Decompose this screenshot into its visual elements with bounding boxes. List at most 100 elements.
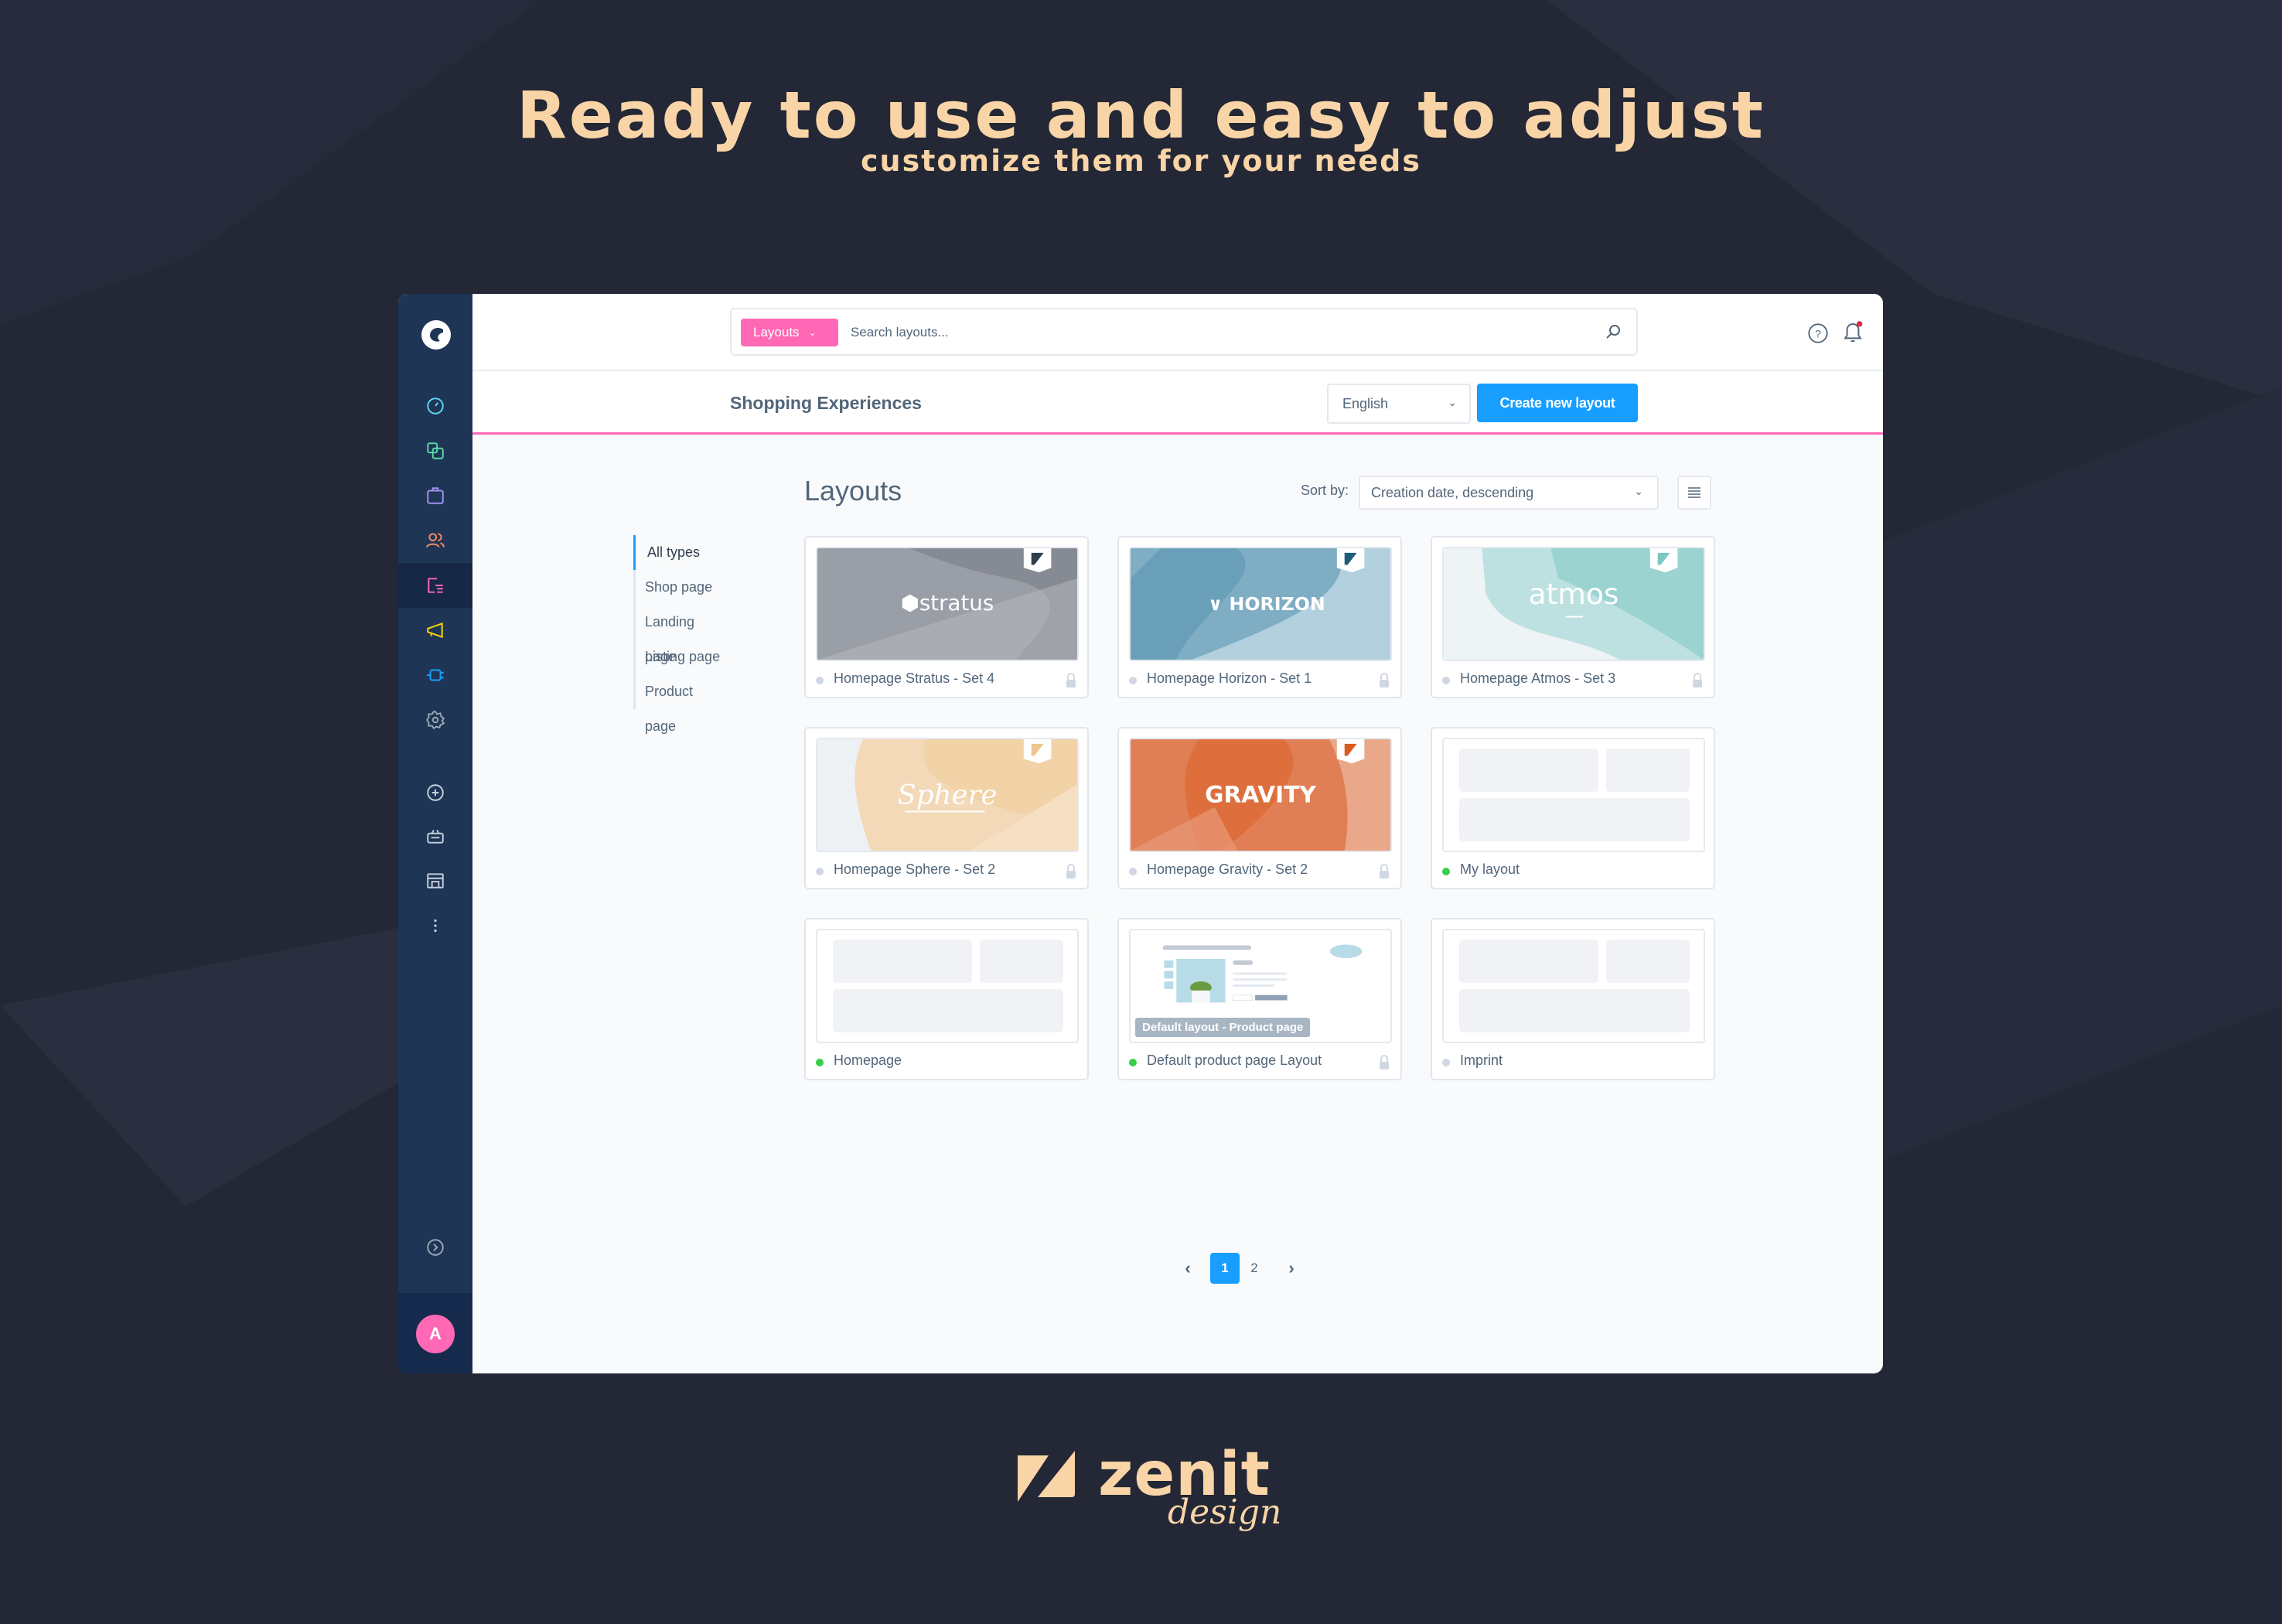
status-indicator <box>816 1059 824 1066</box>
lock-icon <box>1693 673 1702 687</box>
search-bar: Layouts ⌄ <box>730 308 1638 356</box>
layout-name: Homepage <box>834 1053 902 1068</box>
brand-sphere: Sphere <box>897 780 997 811</box>
brand-horizon: ∨ HORIZON <box>1208 593 1325 615</box>
page-2-button[interactable]: 2 <box>1240 1253 1269 1284</box>
brand-gravity: GRAVITY <box>1205 782 1316 808</box>
sidebar-item-more[interactable] <box>398 903 472 948</box>
customers-icon <box>426 533 445 548</box>
sidebar-item-catalogues[interactable] <box>398 428 472 473</box>
layout-thumbnail <box>1442 929 1705 1043</box>
sidebar-item-marketing[interactable] <box>398 608 472 653</box>
shopware-logo[interactable] <box>420 319 452 351</box>
sidebar-item-orders[interactable] <box>398 473 472 518</box>
svg-text:?: ? <box>1815 327 1821 339</box>
search-type-dropdown[interactable]: Layouts ⌄ <box>741 319 838 346</box>
layout-thumbnail: GRAVITY <box>1129 738 1392 852</box>
layout-card[interactable]: atmos Homepage Atmos - Set 3 <box>1431 536 1715 698</box>
sidebar-item-extensions[interactable] <box>398 653 472 698</box>
settings-icon <box>425 711 445 730</box>
status-indicator <box>1442 677 1450 684</box>
layout-name: Default product page Layout <box>1147 1053 1322 1068</box>
language-select[interactable]: English ⌄ <box>1327 384 1471 424</box>
orders-icon <box>427 487 444 504</box>
sidebar-item-customers[interactable] <box>398 518 472 563</box>
lock-icon <box>1380 1055 1389 1070</box>
help-icon[interactable]: ? <box>1807 322 1829 344</box>
search-type-label: Layouts <box>753 325 800 339</box>
type-product-page[interactable]: Product page <box>636 674 726 734</box>
dashboard-icon <box>427 397 444 415</box>
bell-icon[interactable] <box>1841 320 1864 345</box>
hero-title: Ready to use and easy to adjust <box>517 77 1765 153</box>
status-indicator <box>1442 868 1450 875</box>
layout-name: My layout <box>1460 861 1520 877</box>
layout-card[interactable]: My layout <box>1431 727 1715 889</box>
sidebar-collapse-button[interactable] <box>398 1225 472 1270</box>
layout-thumbnail: ⬢stratus <box>816 547 1079 661</box>
chevron-left-icon[interactable]: ‹ <box>1173 1253 1202 1284</box>
sidebar-item-dashboard[interactable] <box>398 384 472 428</box>
zenit-mark-icon <box>1018 1451 1075 1502</box>
create-layout-button[interactable]: Create new layout <box>1477 384 1638 422</box>
sidebar-item-settings[interactable] <box>398 698 472 742</box>
chevron-right-icon[interactable]: › <box>1277 1253 1306 1284</box>
pagination: ‹ 1 2 › <box>1173 1253 1306 1284</box>
extensions-icon <box>427 669 444 681</box>
lock-icon <box>1066 673 1076 687</box>
type-landing-page[interactable]: Landing page <box>636 605 726 664</box>
lock-icon <box>1380 864 1389 879</box>
chevron-right-circle-icon <box>427 1239 444 1256</box>
layout-thumbnail: ∨ HORIZON <box>1129 547 1392 661</box>
brand-atmos: atmos <box>1529 577 1619 611</box>
brand-stratus: ⬢stratus <box>901 592 994 616</box>
layout-name: Imprint <box>1460 1053 1503 1068</box>
layout-card[interactable]: Default layout - Product page Default pr… <box>1117 918 1402 1080</box>
layout-card[interactable]: Sphere Homepage Sphere - Set 2 <box>804 727 1089 889</box>
layout-thumbnail <box>816 929 1079 1043</box>
chevron-down-icon: ⌄ <box>1448 396 1457 408</box>
status-indicator <box>1129 1059 1137 1066</box>
sort-select[interactable]: Creation date, descending ⌄ <box>1359 476 1659 510</box>
chevron-down-icon: ⌄ <box>808 327 817 338</box>
status-indicator <box>1129 677 1137 684</box>
avatar[interactable]: A <box>416 1315 455 1353</box>
zenit-logo: zenit design <box>1013 1440 1291 1540</box>
page-title: Shopping Experiences <box>730 393 922 413</box>
type-listing-page[interactable]: Listing page <box>636 640 726 674</box>
content-title: Layouts <box>804 475 902 507</box>
layout-name: Homepage Gravity - Set 2 <box>1147 861 1308 877</box>
lock-icon <box>1066 864 1076 879</box>
type-all[interactable]: All types <box>633 535 726 570</box>
language-value: English <box>1342 395 1389 411</box>
status-indicator <box>816 868 824 875</box>
status-indicator <box>1442 1059 1450 1066</box>
layout-card[interactable]: GRAVITY Homepage Gravity - Set 2 <box>1117 727 1402 889</box>
type-shop-page[interactable]: Shop page <box>636 570 726 605</box>
layout-card[interactable]: ∨ HORIZON Homepage Horizon - Set 1 <box>1117 536 1402 698</box>
sidebar-item-sales-channel[interactable] <box>398 814 472 858</box>
search-input[interactable] <box>851 319 1547 346</box>
sort-value: Creation date, descending <box>1371 484 1534 500</box>
sidebar: A <box>398 294 472 1373</box>
lock-icon <box>1380 673 1389 687</box>
sidebar-item-storefront[interactable] <box>398 858 472 903</box>
admin-window: A Layouts ⌄ ? Shopping Experiences Engli… <box>398 294 1883 1373</box>
layout-thumbnail: Default layout - Product page <box>1129 929 1392 1043</box>
layout-thumbnail: atmos <box>1442 547 1705 661</box>
sidebar-item-add[interactable] <box>398 770 472 815</box>
sidebar-item-content[interactable] <box>398 563 472 608</box>
content-area: Layouts Sort by: Creation date, descendi… <box>472 435 1883 1373</box>
page-header: Shopping Experiences English ⌄ Create ne… <box>472 371 1883 435</box>
layout-card[interactable]: Imprint <box>1431 918 1715 1080</box>
layout-card[interactable]: ⬢stratus Homepage Stratus - Set 4 <box>804 536 1089 698</box>
search-icon[interactable] <box>1604 322 1622 341</box>
chevron-down-icon: ⌄ <box>1634 485 1643 497</box>
page-1-button[interactable]: 1 <box>1210 1253 1240 1284</box>
zenit-brand-sub: design <box>1168 1493 1282 1532</box>
default-layout-badge: Default layout - Product page <box>1135 1018 1311 1037</box>
layout-name: Homepage Sphere - Set 2 <box>834 861 996 877</box>
view-toggle-button[interactable] <box>1677 476 1711 510</box>
content-icon <box>428 578 443 593</box>
layout-card[interactable]: Homepage <box>804 918 1089 1080</box>
